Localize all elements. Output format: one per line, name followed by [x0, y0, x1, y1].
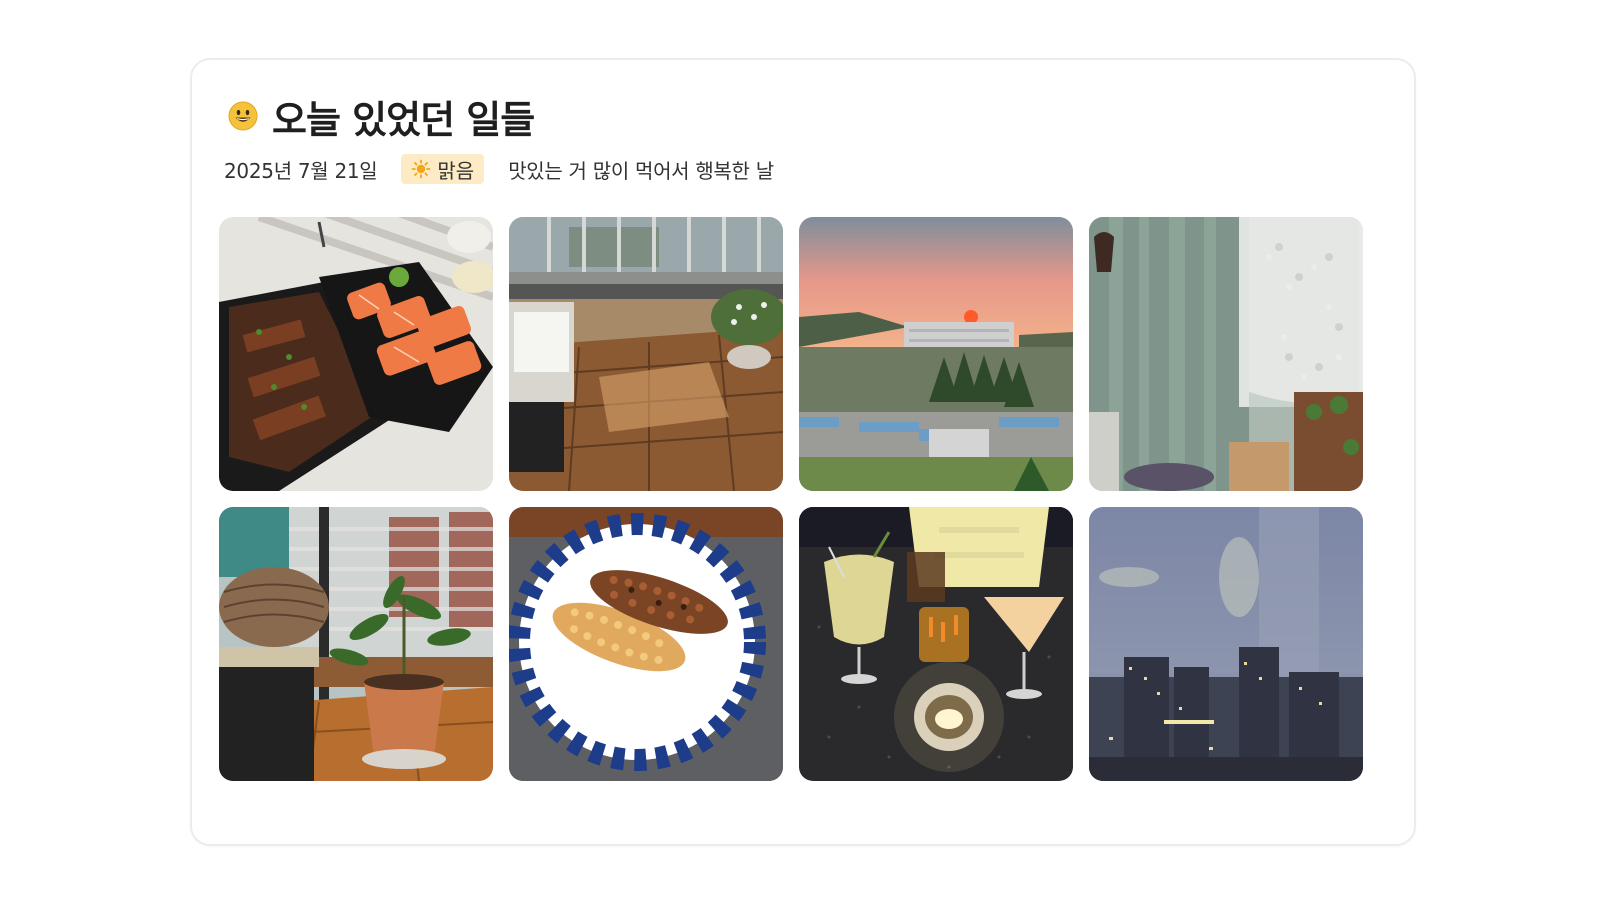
smiley-face-icon: [228, 101, 258, 131]
weather-badge: 맑음: [401, 154, 485, 184]
diary-memo: 맛있는 거 많이 먹어서 행복한 날: [508, 158, 774, 183]
salmon-sushi-and-grilled-meat-photo[interactable]: [219, 217, 493, 491]
cloudy-night-city-photo[interactable]: [1089, 507, 1363, 781]
weather-label: 맑음: [437, 158, 475, 183]
cocktails-and-candle-photo[interactable]: [799, 507, 1073, 781]
meta-row: 2025년 7월 21일 맑음 맛있는 거 많이 먹어서 행복한 날: [224, 153, 774, 185]
plant-on-balcony-photo[interactable]: [219, 507, 493, 781]
sunset-over-apartments-photo[interactable]: [799, 217, 1073, 491]
diary-card: 오늘 있었던 일들 2025년 7월 21일 맑음 맛있는 거 많이 먹어서 행: [190, 58, 1416, 846]
photo-grid: [219, 217, 1363, 781]
title-row: 오늘 있었던 일들: [228, 88, 535, 144]
curtains-by-window-photo[interactable]: [1089, 217, 1363, 491]
diary-date: 2025년 7월 21일: [224, 158, 378, 183]
sun-icon: [411, 159, 431, 179]
page-title: 오늘 있었던 일들: [272, 97, 535, 142]
balcony-with-wooden-deck-photo[interactable]: [509, 217, 783, 491]
grilled-corn-on-plate-photo[interactable]: [509, 507, 783, 781]
